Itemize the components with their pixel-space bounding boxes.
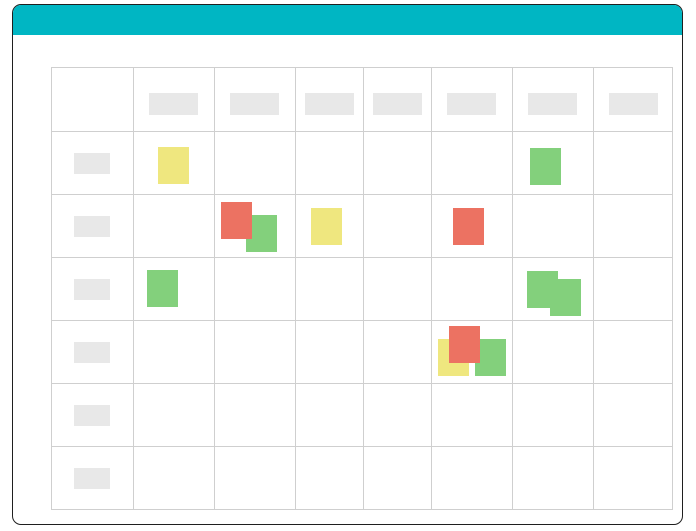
row-divider xyxy=(52,131,672,132)
row-label-placeholder xyxy=(74,278,110,300)
row-label-placeholder xyxy=(74,467,110,489)
title-bar xyxy=(13,5,682,35)
column-divider xyxy=(295,68,296,509)
column-divider xyxy=(593,68,594,509)
sticky-note-yellow[interactable] xyxy=(311,208,342,245)
column-header-placeholder xyxy=(528,93,577,115)
sticky-note-red[interactable] xyxy=(449,326,480,363)
row-divider xyxy=(52,446,672,447)
column-header-placeholder xyxy=(304,93,354,115)
row-label-placeholder xyxy=(74,152,110,174)
column-header-placeholder xyxy=(149,93,198,115)
column-header-placeholder xyxy=(608,93,658,115)
column-divider xyxy=(363,68,364,509)
column-divider xyxy=(431,68,432,509)
sticky-note-yellow[interactable] xyxy=(158,147,189,184)
column-header-placeholder xyxy=(447,93,496,115)
row-label-placeholder xyxy=(74,215,110,237)
sticky-note-green[interactable] xyxy=(550,279,581,316)
column-divider xyxy=(512,68,513,509)
sticky-note-red[interactable] xyxy=(453,208,484,245)
column-header-placeholder xyxy=(230,93,279,115)
sticky-note-green[interactable] xyxy=(530,148,561,185)
row-label-placeholder xyxy=(74,404,110,426)
row-label-placeholder xyxy=(74,341,110,363)
app-window xyxy=(12,4,683,525)
sticky-note-red[interactable] xyxy=(221,202,252,239)
sticky-note-green[interactable] xyxy=(147,270,178,307)
row-divider xyxy=(52,257,672,258)
kanban-board xyxy=(51,67,673,510)
row-divider xyxy=(52,194,672,195)
row-divider xyxy=(52,383,672,384)
column-header-placeholder xyxy=(372,93,422,115)
column-divider xyxy=(133,68,134,509)
column-divider xyxy=(214,68,215,509)
row-divider xyxy=(52,320,672,321)
